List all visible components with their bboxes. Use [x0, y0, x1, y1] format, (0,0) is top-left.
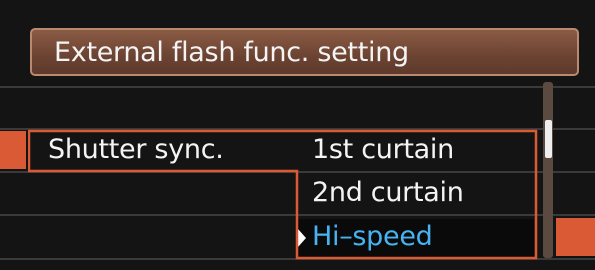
- option-2nd-curtain[interactable]: 2nd curtain: [312, 175, 464, 211]
- row-divider: [0, 128, 595, 130]
- option-1st-curtain[interactable]: 1st curtain: [312, 132, 454, 168]
- scrollbar-thumb[interactable]: [545, 120, 552, 158]
- triangle-right-icon: [298, 229, 306, 247]
- scrollbar-track[interactable]: [543, 82, 553, 258]
- row-divider: [0, 214, 595, 216]
- row-divider: [0, 258, 595, 260]
- menu-title-bar: External flash func. setting: [30, 28, 579, 76]
- menu-title: External flash func. setting: [54, 37, 409, 68]
- shutter-sync-label[interactable]: Shutter sync.: [48, 132, 224, 168]
- option-hi-speed[interactable]: Hi–speed: [312, 219, 433, 255]
- selected-option-indicator: [556, 218, 595, 256]
- row-divider: [0, 86, 595, 88]
- camera-menu-screen: External flash func. setting Shutter syn…: [0, 0, 595, 270]
- selected-row-indicator: [0, 131, 26, 169]
- row-divider: [0, 171, 595, 173]
